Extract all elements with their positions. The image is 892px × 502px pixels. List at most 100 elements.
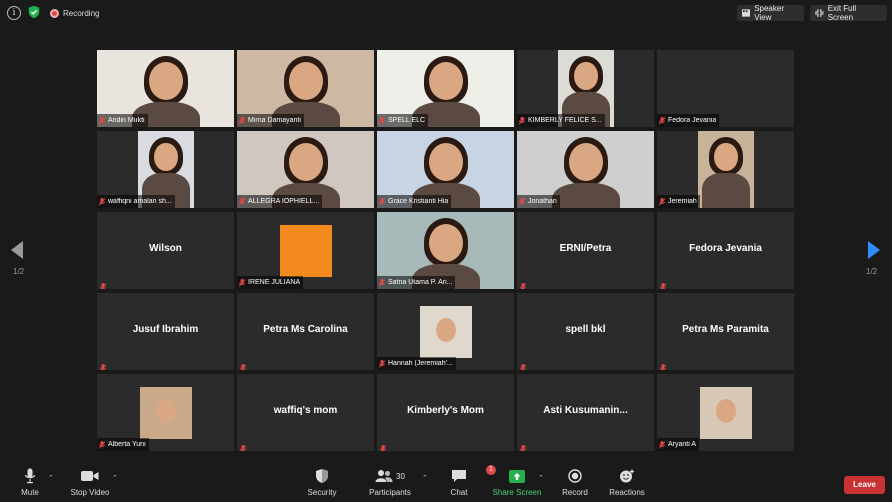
page-indicator-left: 1/2 (13, 267, 25, 276)
encryption-shield-icon[interactable] (27, 5, 41, 19)
info-icon[interactable]: i (7, 6, 21, 20)
muted-microphone-icon (98, 440, 106, 449)
muted-microphone-icon (240, 440, 247, 451)
participant-tile[interactable]: waffiq's mom (237, 374, 374, 451)
muted-microphone-icon (518, 116, 526, 125)
stop-video-label: Stop Video (70, 488, 110, 497)
muted-microphone-icon (98, 116, 106, 125)
participant-tile[interactable]: Fedora Jevania (657, 50, 794, 127)
share-screen-button[interactable]: Share Screen (487, 467, 547, 497)
muted-microphone-icon (660, 278, 667, 289)
leave-meeting-button[interactable]: Leave (844, 476, 885, 494)
participant-name: Satria Utama P. Ari... (388, 279, 453, 286)
avatar-face-shape (436, 318, 456, 342)
participant-tile[interactable]: Aryanti A (657, 374, 794, 451)
muted-microphone-icon (658, 116, 666, 125)
share-options-caret-icon[interactable]: ⌃ (538, 474, 544, 482)
participant-tile[interactable]: spell bkl (517, 293, 654, 370)
participant-name-label: Hannah (Jeremiah'... (377, 357, 456, 370)
security-label: Security (307, 488, 337, 497)
recording-indicator[interactable]: Recording (50, 7, 99, 20)
participant-tile[interactable]: ERNI/Petra (517, 212, 654, 289)
participants-label: Participants (369, 488, 411, 497)
muted-microphone-icon (380, 440, 387, 451)
participant-name: Jusuf Ibrahim (132, 324, 199, 335)
participant-name: ALLEGRA IOPHIELL... (248, 198, 320, 205)
participant-name-label: Jonathan (517, 195, 560, 208)
muted-microphone-icon (520, 440, 527, 451)
participant-body-shape (551, 183, 620, 208)
participant-tile[interactable]: Hannah (Jeremiah'... (377, 293, 514, 370)
participant-tile[interactable]: Andin Mukti (97, 50, 234, 127)
participant-name-label: KIMBERLY FELICE S... (517, 114, 605, 127)
participant-avatar (420, 306, 472, 358)
participant-name: Petra Ms Carolina (263, 324, 348, 335)
participant-tile[interactable]: Alberta Yuni (97, 374, 234, 451)
participant-tile[interactable]: Petra Ms Paramita (657, 293, 794, 370)
participant-name-label: Grace Kristianti Hia (377, 195, 452, 208)
participant-tile[interactable]: Grace Kristianti Hia (377, 131, 514, 208)
stop-video-button[interactable]: Stop Video (60, 467, 120, 497)
muted-microphone-icon (520, 278, 527, 289)
participant-tile[interactable]: Jonathan (517, 131, 654, 208)
participant-name: spell bkl (565, 324, 606, 335)
meeting-toolbar: Mute ⌃ Stop Video ⌃ Security 30 Particip… (0, 462, 892, 502)
chat-label: Chat (450, 488, 468, 497)
participant-face-shape (428, 143, 463, 181)
participant-name-label: Mirna Damayanti (237, 114, 304, 127)
participant-face-shape (428, 224, 463, 262)
participant-tile[interactable]: Jeremiah (657, 131, 794, 208)
participant-tile[interactable]: ALLEGRA IOPHIELL... (237, 131, 374, 208)
chat-bubble-icon (452, 470, 466, 482)
video-camera-icon (81, 471, 99, 481)
participant-face-shape (288, 62, 323, 100)
participant-tile[interactable]: Mirna Damayanti (237, 50, 374, 127)
chat-button[interactable]: 1 Chat (429, 465, 496, 497)
speaker-view-button[interactable]: Speaker View (737, 4, 804, 22)
share-screen-label: Share Screen (492, 488, 542, 497)
participant-tile[interactable]: Wilson (97, 212, 234, 289)
page-indicator-right: 1/2 (866, 267, 878, 276)
participants-button[interactable]: 30 Participants (360, 467, 420, 497)
record-button[interactable]: Record (545, 467, 605, 497)
participants-icon (375, 470, 393, 482)
previous-page-arrow-icon[interactable] (11, 241, 23, 259)
participant-tile[interactable]: KIMBERLY FELICE S... (517, 50, 654, 127)
muted-microphone-icon (660, 359, 667, 370)
muted-microphone-icon (378, 197, 386, 206)
participant-name-label: Jeremiah (657, 195, 700, 208)
participant-tile[interactable]: IRENE JULIANA (237, 212, 374, 289)
muted-microphone-icon (238, 116, 246, 125)
participant-name: KIMBERLY FELICE S... (528, 117, 602, 124)
participant-name: Jonathan (528, 198, 557, 205)
recording-dot-icon (50, 9, 59, 18)
participant-name: Petra Ms Paramita (682, 324, 769, 335)
participant-tile[interactable]: Jusuf Ibrahim (97, 293, 234, 370)
muted-microphone-icon (378, 116, 386, 125)
video-options-caret-icon[interactable]: ⌃ (112, 474, 118, 482)
participant-name-label: Satria Utama P. Ari... (377, 276, 456, 289)
participant-tile[interactable]: waffiqni amalan sh... (97, 131, 234, 208)
reactions-button[interactable]: Reactions (597, 467, 657, 497)
participant-face-shape (154, 143, 178, 171)
muted-microphone-icon (378, 278, 386, 287)
recording-label: Recording (63, 9, 100, 18)
participant-name: SPELL ELC (388, 117, 426, 124)
participant-tile[interactable]: Asti Kusumanin... (517, 374, 654, 451)
participant-tile[interactable]: Satria Utama P. Ari... (377, 212, 514, 289)
exit-fullscreen-button[interactable]: Exit Full Screen (810, 4, 887, 22)
muted-microphone-icon (98, 197, 106, 206)
mute-label: Mute (21, 488, 39, 497)
participant-tile[interactable]: Kimberly's Mom (377, 374, 514, 451)
security-button[interactable]: Security (292, 467, 352, 497)
participant-tile[interactable]: SPELL ELC (377, 50, 514, 127)
participants-options-caret-icon[interactable]: ⌃ (422, 474, 428, 482)
participant-tile[interactable]: Fedora Jevania (657, 212, 794, 289)
participant-name-label: ALLEGRA IOPHIELL... (237, 195, 323, 208)
muted-microphone-icon (100, 278, 107, 289)
microphone-icon (24, 468, 36, 484)
next-page-arrow-icon[interactable] (868, 241, 880, 259)
participant-tile[interactable]: Petra Ms Carolina (237, 293, 374, 370)
mute-button[interactable]: Mute (0, 467, 60, 497)
mute-options-caret-icon[interactable]: ⌃ (48, 474, 54, 482)
